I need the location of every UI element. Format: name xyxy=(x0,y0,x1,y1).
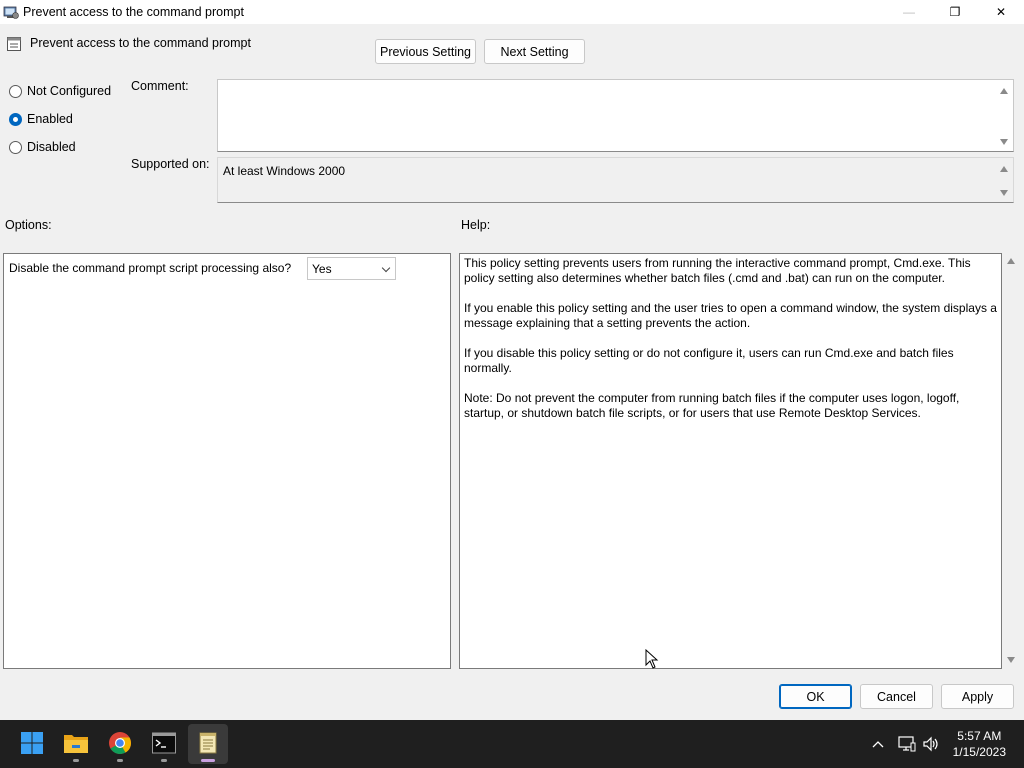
dropdown-value: Yes xyxy=(312,261,332,276)
start-button[interactable] xyxy=(12,724,52,764)
title-bar: Prevent access to the command prompt — ❐… xyxy=(0,0,1024,24)
taskbar-notepad[interactable] xyxy=(188,724,228,764)
scroll-down-icon[interactable] xyxy=(1000,190,1008,196)
previous-setting-button[interactable]: Previous Setting xyxy=(375,39,476,64)
radio-enabled[interactable]: Enabled xyxy=(9,112,73,126)
apply-button[interactable]: Apply xyxy=(941,684,1014,709)
help-section-label: Help: xyxy=(461,218,491,232)
help-scroll-down-icon[interactable] xyxy=(1007,657,1015,663)
help-text: This policy setting prevents users from … xyxy=(464,256,1000,436)
clock-date: 1/15/2023 xyxy=(952,745,1006,759)
maximize-button[interactable]: ❐ xyxy=(932,0,978,24)
comment-field[interactable] xyxy=(217,79,1014,152)
dialog-content: Prevent access to the command prompt Pre… xyxy=(0,24,1024,720)
policy-editor-icon xyxy=(3,4,19,20)
script-processing-dropdown[interactable]: Yes xyxy=(307,257,396,280)
script-processing-label: Disable the command prompt script proces… xyxy=(9,261,292,275)
chevron-up-icon[interactable] xyxy=(868,740,888,748)
scroll-up-icon[interactable] xyxy=(1000,166,1008,172)
supported-on-label: Supported on: xyxy=(131,157,210,171)
radio-label: Not Configured xyxy=(27,84,112,98)
radio-label: Enabled xyxy=(27,112,73,126)
radio-circle[interactable] xyxy=(9,140,22,154)
notepad-icon xyxy=(197,731,219,758)
taskbar: 5:57 AM 1/15/2023 xyxy=(0,720,1024,768)
options-section-label: Options: xyxy=(5,218,52,232)
radio-not-configured[interactable]: Not Configured xyxy=(9,84,111,98)
policy-name: Prevent access to the command prompt xyxy=(30,36,251,50)
close-button[interactable]: ✕ xyxy=(978,0,1024,24)
cancel-button[interactable]: Cancel xyxy=(860,684,933,709)
terminal-icon xyxy=(152,732,176,757)
radio-circle[interactable] xyxy=(9,84,22,98)
clock-time: 5:57 AM xyxy=(957,729,1002,743)
radio-label: Disabled xyxy=(27,140,76,154)
policy-setting-icon xyxy=(6,36,22,52)
start-icon xyxy=(20,731,44,758)
active-indicator xyxy=(201,759,215,762)
chrome-icon xyxy=(108,731,132,758)
scroll-up-icon[interactable] xyxy=(1000,88,1008,94)
window-title: Prevent access to the command prompt xyxy=(23,5,244,19)
supported-on-field: At least Windows 2000 xyxy=(217,157,1014,203)
help-paragraph: Note: Do not prevent the computer from r… xyxy=(464,391,960,420)
taskbar-chrome[interactable] xyxy=(100,724,140,764)
help-paragraph: This policy setting prevents users from … xyxy=(464,256,971,285)
options-panel: Disable the command prompt script proces… xyxy=(3,253,451,669)
taskbar-clock[interactable]: 5:57 AM 1/15/2023 xyxy=(953,728,1006,760)
system-tray xyxy=(868,720,942,768)
help-paragraph: If you enable this policy setting and th… xyxy=(464,301,997,330)
ok-button[interactable]: OK xyxy=(779,684,852,709)
comment-label: Comment: xyxy=(131,79,189,93)
mouse-cursor-icon xyxy=(645,648,659,672)
taskbar-file-explorer[interactable] xyxy=(56,724,96,764)
next-setting-button[interactable]: Next Setting xyxy=(484,39,585,64)
volume-icon[interactable] xyxy=(920,736,942,752)
file-explorer-icon xyxy=(63,732,89,757)
help-scroll-up-icon[interactable] xyxy=(1007,258,1015,264)
running-indicator xyxy=(73,759,79,762)
help-panel: This policy setting prevents users from … xyxy=(459,253,1002,669)
radio-disabled[interactable]: Disabled xyxy=(9,140,76,154)
running-indicator xyxy=(161,759,167,762)
scroll-down-icon[interactable] xyxy=(1000,139,1008,145)
minimize-button[interactable]: — xyxy=(886,0,932,24)
radio-circle-checked[interactable] xyxy=(9,112,22,126)
chevron-down-icon xyxy=(381,263,391,273)
supported-on-value: At least Windows 2000 xyxy=(223,164,346,178)
help-paragraph: If you disable this policy setting or do… xyxy=(464,346,954,375)
taskbar-terminal[interactable] xyxy=(144,724,184,764)
network-icon[interactable] xyxy=(894,736,920,752)
running-indicator xyxy=(117,759,123,762)
